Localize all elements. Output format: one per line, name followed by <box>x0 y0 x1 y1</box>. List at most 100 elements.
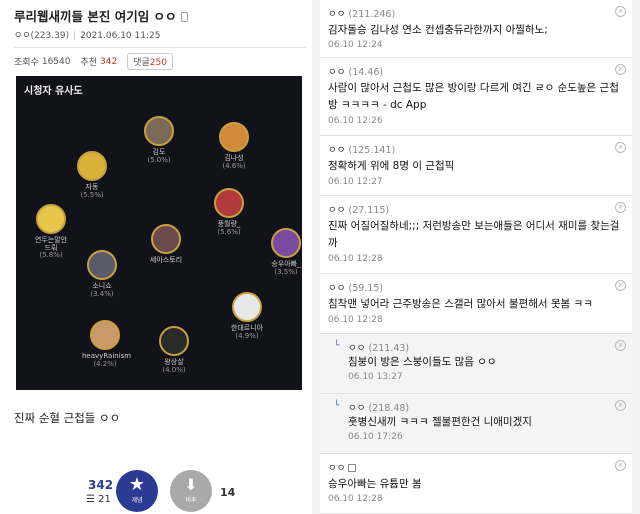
post-stats: 조회수 16540 추천 342 댓글250 <box>14 53 173 70</box>
channel-node: 승우아빠_ (3.5%) <box>266 228 306 276</box>
channel-node: 한대르니아 (4.9%) <box>224 292 270 340</box>
reply-arrow-icon: └ <box>334 401 340 411</box>
delete-comment-icon[interactable]: × <box>615 460 626 471</box>
channel-node: 풍월량_ (5.6%) <box>206 188 252 236</box>
reply-item: └ ㅇㅇ (218.48) 훗병신새끼 ㅋㅋㅋ 젤불편한건 니애미겠지 06.10 17… <box>320 394 632 454</box>
comment-list: ㅇㅇ (211.246) 김자돌승 김나성 연소 컨셉충듀라한까지 아찔하노; 06.… <box>320 0 640 514</box>
comment-text: 훗병신새끼 ㅋㅋㅋ 젤불편한건 니애미겠지 <box>348 416 532 428</box>
comment-nick: ㅇㅇ <box>348 343 366 354</box>
comment-date: 06.10 17:26 <box>348 432 403 442</box>
channel-percent: (3.4%) <box>90 289 114 298</box>
comment-date: 06.10 12:28 <box>328 254 383 264</box>
upvote-button[interactable]: ★ 개념 <box>116 470 158 512</box>
comment-nick: ㅇㅇ <box>328 9 346 20</box>
channel-node: 세아스토리 <box>146 224 186 265</box>
channel-avatar <box>232 292 262 322</box>
comment-item: ㅇㅇ (125.141) 정확하게 위에 8명 이 근첩픽 06.10 12:27 × <box>320 136 632 196</box>
comment-author[interactable]: ㅇㅇ (27.115) <box>328 202 389 216</box>
comment-author[interactable]: ㅇㅇ (218.48) <box>348 400 409 414</box>
post-title: 루리웹새끼들 본진 여기임 ㅇㅇ <box>14 6 188 25</box>
downvote-button[interactable]: ⬇ 비추 <box>170 470 212 512</box>
comments-count: 250 <box>149 58 167 68</box>
downvote-count: 14 <box>220 486 236 499</box>
comment-count-badge[interactable]: 댓글250 <box>127 53 173 70</box>
comment-item: ㅇㅇ (14.46) 사람이 많아서 근첩도 많은 방이랑 다르게 여긴 ㄹㅇ 순도… <box>320 58 632 136</box>
comment-item: ㅇㅇ 승우아빠는 유튭만 봄 06.10 12:28 × <box>320 454 632 514</box>
post-meta: ㅇㅇ(223.39) | 2021.06.10 11:25 <box>14 31 161 41</box>
comment-item: ㅇㅇ (59.15) 침착맨 넣어라 근주방송은 스갤러 많아서 불편해서 못봄 ㅋ… <box>320 274 632 334</box>
channel-node: heavyRainism (4.2%) <box>82 320 131 368</box>
delete-comment-icon[interactable]: × <box>615 280 626 291</box>
comments-label: 댓글 <box>133 58 150 68</box>
comment-ip: (211.43) <box>368 343 410 354</box>
comment-ip: (59.15) <box>348 283 384 294</box>
channel-node: 자동 (5.5%) <box>72 151 112 199</box>
author[interactable]: ㅇㅇ(223.39) <box>14 31 69 41</box>
comment-author[interactable]: ㅇㅇ (59.15) <box>328 280 383 294</box>
channel-node: 김도 (5.0%) <box>141 116 177 164</box>
channel-name: 세아스토리 <box>149 256 183 264</box>
delete-comment-icon[interactable]: × <box>615 202 626 213</box>
comment-author[interactable]: ㅇㅇ (211.43) <box>348 340 409 354</box>
comment-date: 06.10 13:27 <box>348 372 403 382</box>
viz-title: 시청자 유사도 <box>24 86 83 97</box>
channel-avatar <box>271 228 301 258</box>
delete-comment-icon[interactable]: × <box>615 400 626 411</box>
comment-nick: ㅇㅇ <box>328 145 346 156</box>
vote-bar: 342 ☰ 21 ★ 개념 ⬇ 비추 14 <box>0 470 312 514</box>
reply-arrow-icon: └ <box>334 341 340 351</box>
channel-avatar <box>214 188 244 218</box>
channel-percent: (5.8%) <box>39 251 63 260</box>
comment-item: ㅇㅇ (27.115) 진짜 어질어질하네;;; 저런방송만 보는애들은 어디서 재… <box>320 196 632 274</box>
fixed-icon: ☰ <box>86 494 95 505</box>
post-date: 2021.06.10 11:25 <box>80 31 161 41</box>
channel-percent: (4.6%) <box>222 161 246 170</box>
channel-percent: (5.0%) <box>147 155 171 164</box>
reply-item: └ ㅇㅇ (211.43) 침붕이 방은 스붕이들도 많음 ㅇㅇ 06.10 13:27… <box>320 334 632 394</box>
comment-text: 침붕이 방은 스붕이들도 많음 ㅇㅇ <box>348 356 497 368</box>
comment-text: 사람이 많아서 근첩도 많은 방이랑 다르게 여긴 ㄹㅇ 순도높은 근첩방 ㅋㅋ… <box>328 82 619 111</box>
comment-text: 김자돌승 김나성 연소 컨셉충듀라한까지 아찔하노; <box>328 24 548 36</box>
channel-node: 김나성 (4.6%) <box>214 122 254 170</box>
channel-avatar <box>87 250 117 280</box>
views-count: 16540 <box>41 56 71 67</box>
viewer-similarity-image: 시청자 유사도 김도 (5.0%) 김나성 (4.6%) 자동 (5.5%) 풍월량_ (5.… <box>16 76 302 390</box>
channel-percent: (3.5%) <box>274 267 298 276</box>
mobile-icon <box>180 12 188 22</box>
delete-comment-icon[interactable]: × <box>615 64 626 75</box>
comment-author[interactable]: ㅇㅇ (14.46) <box>328 64 383 78</box>
comment-author[interactable]: ㅇㅇ <box>328 460 357 474</box>
image-icon <box>348 464 357 472</box>
comment-ip: (27.115) <box>348 205 390 216</box>
channel-avatar <box>151 224 181 254</box>
arrow-down-icon: ⬇ <box>184 475 198 494</box>
divider <box>14 47 306 48</box>
upvote-count: 342 <box>88 478 114 492</box>
upvote-label: 개념 <box>131 497 143 504</box>
channel-avatar <box>77 151 107 181</box>
comment-ip: (14.46) <box>348 67 384 78</box>
comment-date: 06.10 12:28 <box>328 315 383 325</box>
comment-ip: (211.246) <box>348 9 396 20</box>
comment-author[interactable]: ㅇㅇ (125.141) <box>328 142 395 156</box>
comment-nick: ㅇㅇ <box>328 205 346 216</box>
channel-avatar <box>90 320 120 350</box>
comment-text: 진짜 어질어질하네;;; 저런방송만 보는애들은 어디서 재미를 찾는걸까 <box>328 220 620 249</box>
post-body: 진짜 순혈 근첩들 ㅇㅇ <box>14 411 121 425</box>
comment-author[interactable]: ㅇㅇ (211.246) <box>328 6 395 20</box>
channel-node: 왕상살 (4.0%) <box>156 326 192 374</box>
delete-comment-icon[interactable]: × <box>615 142 626 153</box>
comment-date: 06.10 12:24 <box>328 40 383 50</box>
comment-item: ㅇㅇ (211.246) 김자돌승 김나성 연소 컨셉충듀라한까지 아찔하노; 06.… <box>320 0 632 58</box>
recommend-count: 342 <box>100 56 118 67</box>
comment-ip: (125.141) <box>348 145 396 156</box>
channel-percent: (5.6%) <box>217 227 241 236</box>
delete-comment-icon[interactable]: × <box>615 340 626 351</box>
channel-avatar <box>219 122 249 152</box>
comment-text: 정확하게 위에 8명 이 근첩픽 <box>328 160 455 172</box>
delete-comment-icon[interactable]: × <box>615 6 626 17</box>
comment-date: 06.10 12:27 <box>328 177 383 187</box>
channel-node: 소니쇼 (3.4%) <box>82 250 122 298</box>
comment-nick: ㅇㅇ <box>328 283 346 294</box>
comment-date: 06.10 12:28 <box>328 494 383 504</box>
